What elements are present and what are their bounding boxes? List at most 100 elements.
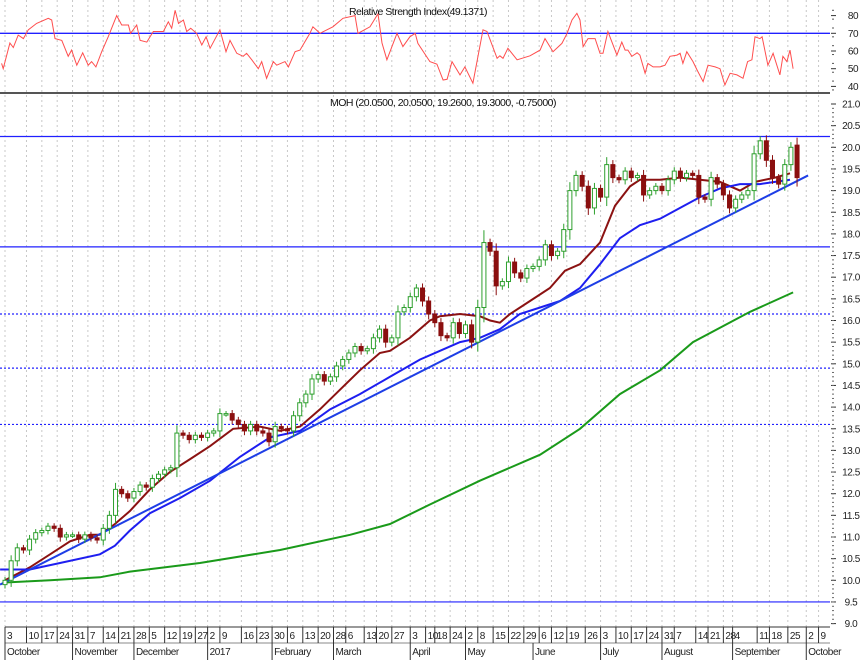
candle-down [794, 144, 800, 179]
candle-up [450, 322, 456, 339]
candle-up [137, 484, 143, 493]
date-tick-label: 30 [274, 631, 285, 642]
date-tick-label: 20 [378, 631, 389, 642]
candle-up [647, 190, 653, 196]
month-label: October [7, 647, 41, 658]
month-label: 2017 [210, 647, 231, 658]
date-tick-label: 14 [698, 631, 709, 642]
month-label: September [735, 647, 781, 658]
price-tick-label: 10.0 [842, 576, 861, 587]
candle-up [370, 337, 376, 350]
candle-down [776, 177, 782, 185]
candle-up [106, 514, 112, 529]
candle-down [610, 164, 616, 179]
date-tick-label: 9 [821, 631, 827, 642]
candle-up [499, 281, 505, 287]
stock-chart: 80 70 60 50 40 21.0 20.5 20.0 19.5 19.0 18.5 18.0 1… [0, 0, 861, 660]
candle-down [125, 493, 131, 499]
candle-down [426, 300, 432, 315]
rsi-tick-label: 40 [848, 82, 859, 93]
rsi-tick-label: 80 [848, 11, 859, 22]
candle-down [143, 484, 149, 488]
candle-down [585, 185, 591, 209]
candle-down [235, 419, 241, 425]
candle-down [119, 488, 125, 495]
date-tick-label: 2 [808, 631, 814, 642]
candle-up [63, 534, 69, 538]
candle-up [27, 538, 33, 551]
price-tick-label: 12.5 [842, 468, 861, 479]
moving-averages [0, 172, 809, 586]
month-label: February [274, 647, 311, 658]
rsi-panel: 80 70 60 50 40 [0, 9, 859, 93]
date-tick-label: 17 [44, 631, 55, 642]
candle-down [487, 242, 493, 252]
candle-up [555, 250, 561, 257]
candle-down [432, 313, 438, 324]
candle-down [186, 434, 192, 441]
candle-down [518, 272, 524, 279]
candle-down [229, 413, 235, 421]
candle-down [720, 183, 726, 196]
candle-up [223, 413, 229, 416]
candle-down [260, 430, 266, 434]
candle-up [39, 530, 45, 534]
candle-down [266, 432, 272, 443]
candle-up [45, 525, 51, 532]
date-tick-label: 6 [348, 631, 354, 642]
date-tick-label: 12 [553, 631, 564, 642]
price-tick-label: 14.0 [842, 403, 861, 414]
candle-up [757, 140, 763, 155]
candle-down [76, 534, 82, 540]
candle-up [211, 430, 217, 434]
candle-up [377, 328, 383, 339]
candle-down [493, 250, 499, 287]
candle-up [340, 358, 346, 367]
candle-up [542, 244, 548, 261]
date-tick-label: 5 [151, 631, 157, 642]
price-tick-label: 19.5 [842, 164, 861, 175]
candle-up [8, 560, 14, 581]
price-tick-label: 13.0 [842, 446, 861, 457]
candle-up [395, 311, 401, 339]
candle-up [665, 179, 671, 192]
candle-up [327, 376, 333, 382]
date-tick-label: 27 [197, 631, 208, 642]
price-tick-label: 15.5 [842, 338, 861, 349]
date-tick-label: 25 [790, 631, 801, 642]
candle-down [51, 525, 57, 529]
price-tick-label: 18.0 [842, 229, 861, 240]
candle-down [278, 426, 284, 430]
price-tick-label: 20.5 [842, 121, 861, 132]
date-tick-label: 24 [452, 631, 463, 642]
price-tick-label: 11.0 [842, 533, 860, 544]
candle-down [727, 194, 733, 209]
date-tick-label: 3 [7, 631, 13, 642]
date-tick-label: 9 [222, 631, 228, 642]
date-tick-label: 16 [243, 631, 254, 642]
candle-up [113, 488, 119, 516]
date-tick-label: 23 [259, 631, 270, 642]
candle-up [162, 469, 168, 475]
candle-up [751, 153, 757, 192]
candle-up [567, 190, 573, 231]
candle-down [659, 185, 665, 192]
candle-up [745, 190, 751, 196]
candle-up [33, 532, 39, 540]
date-tick-label: 27 [394, 631, 405, 642]
date-tick-label: 11 [759, 631, 769, 642]
candle-down [763, 140, 769, 161]
candle-down [456, 322, 462, 334]
trendline [0, 174, 809, 586]
date-tick-label: 17 [633, 631, 644, 642]
candle-down [358, 345, 364, 352]
month-label: November [75, 647, 119, 658]
date-tick-label: 18 [771, 631, 782, 642]
date-tick-label: 6 [541, 631, 547, 642]
date-tick-label: 10 [618, 631, 629, 642]
candle-down [321, 374, 327, 382]
candle-down [284, 428, 290, 432]
candle-down [598, 187, 604, 198]
date-tick-label: 31 [664, 631, 675, 642]
month-label: April [412, 647, 430, 658]
